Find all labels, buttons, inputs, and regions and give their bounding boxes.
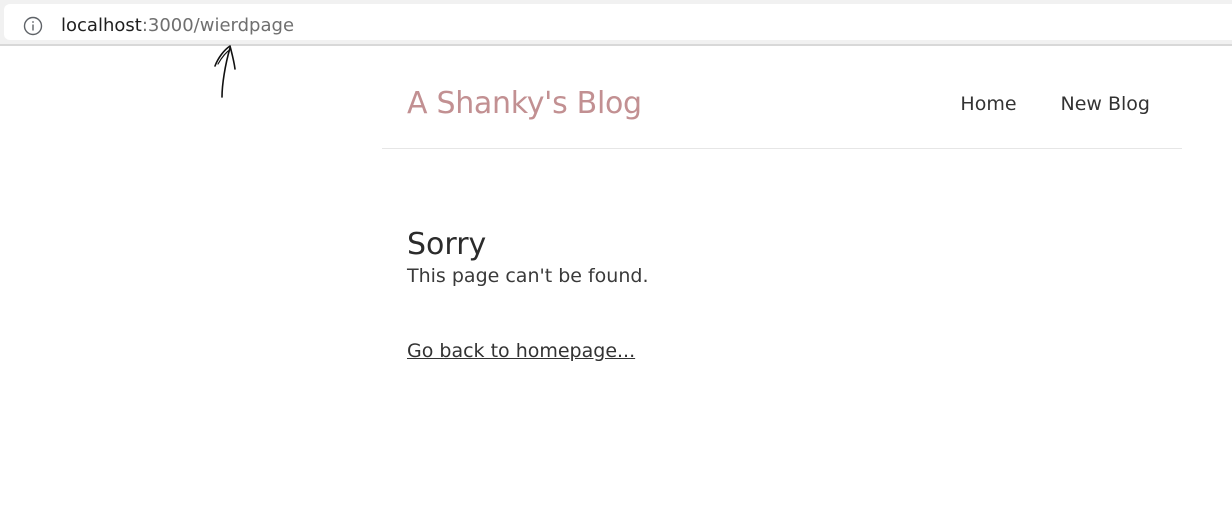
navbar: A Shanky's Blog Home New Blog [382, 60, 1182, 149]
nav-links: Home New Blog [960, 91, 1150, 117]
url-text[interactable]: localhost:3000/wierdpage [61, 14, 294, 38]
info-circle-icon[interactable] [23, 16, 43, 36]
not-found-message: This page can't be found. [407, 265, 649, 287]
back-to-homepage-link[interactable]: Go back to homepage... [407, 339, 635, 363]
not-found-title: Sorry [407, 227, 487, 262]
url-path: :3000/wierdpage [141, 15, 295, 36]
url-host: localhost [61, 15, 142, 36]
browser-address-bar: localhost:3000/wierdpage [0, 0, 1232, 46]
address-bar-divider [0, 44, 1232, 46]
url-field[interactable]: localhost:3000/wierdpage [4, 4, 1232, 40]
hand-drawn-arrow-annotation [214, 45, 236, 98]
not-found-content: Sorry This page can't be found. Go back … [407, 226, 1167, 363]
brand-title[interactable]: A Shanky's Blog [407, 86, 642, 122]
nav-link-home[interactable]: Home [960, 91, 1016, 117]
nav-link-new-blog[interactable]: New Blog [1061, 91, 1150, 117]
